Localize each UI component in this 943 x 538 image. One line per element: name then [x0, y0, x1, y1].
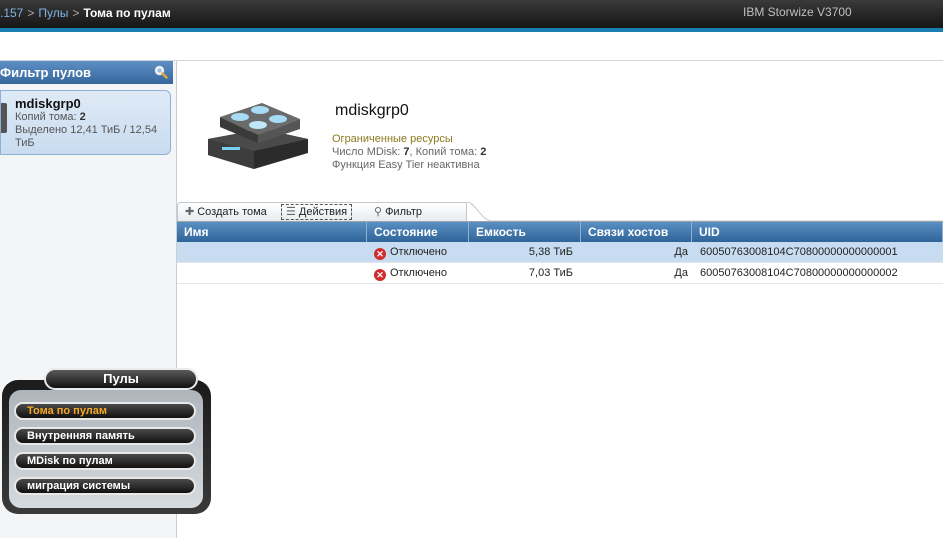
cell-state: ✕ Отключено — [367, 263, 469, 284]
cell-capacity: 5,38 ТиБ — [528, 246, 573, 258]
volumes-table: Имя Состояние Емкость Связи хостов UID ✕… — [177, 222, 943, 284]
cell-state: ✕ Отключено — [367, 242, 469, 263]
pool-copies-label: Копий тома: — [15, 111, 77, 123]
pool-allocated-unit: ТиБ — [15, 137, 35, 149]
column-header-host-mappings[interactable]: Связи хостов — [581, 222, 692, 242]
table-row[interactable]: ✕ Отключено 7,03 ТиБ Да 60050763008104C70… — [177, 263, 943, 284]
error-icon: ✕ — [374, 248, 386, 260]
breadcrumb-system-link[interactable]: .157 — [0, 6, 23, 20]
breadcrumb-current: Тома по пулам — [83, 6, 171, 20]
nav-item-system-migration[interactable]: миграция системы — [14, 477, 196, 495]
cell-host-mappings: Да — [674, 246, 688, 258]
pool-copies-value: 2 — [79, 111, 86, 123]
filter-button[interactable]: ⚲ Фильтр — [371, 204, 425, 220]
breadcrumb-pools-link[interactable]: Пулы — [38, 6, 68, 20]
storage-pool-icon — [208, 103, 308, 169]
navigation-menu-title: Пулы — [44, 368, 198, 390]
cell-host-mappings: Да — [674, 267, 688, 279]
table-row[interactable]: ✕ Отключено 5,38 ТиБ Да 60050763008104C70… — [177, 242, 943, 263]
column-header-name[interactable]: Имя — [177, 222, 367, 242]
cell-name — [177, 242, 367, 263]
nav-item-volumes-by-pool[interactable]: Тома по пулам — [14, 402, 196, 420]
top-bar: .157 > Пулы > Тома по пулам IBM Storwize V37… — [0, 0, 943, 28]
nav-item-mdisks-by-pools[interactable]: MDisk по пулам — [14, 452, 196, 470]
actions-button[interactable]: ☰ Действия — [281, 204, 353, 220]
cell-name — [177, 263, 367, 284]
search-icon: ⚲ — [374, 206, 383, 218]
pool-meta: Ограниченные ресурсы Число MDisk: 7, Коп… — [332, 133, 486, 172]
nav-item-internal-storage[interactable]: Внутренняя память — [14, 427, 196, 445]
error-icon: ✕ — [374, 269, 386, 281]
cell-uid: 60050763008104C70800000000000001 — [700, 246, 898, 258]
pool-copies: Копий тома: 2 — [15, 111, 170, 124]
cell-state-text: Отключено — [390, 267, 447, 279]
create-volumes-label: Создать тома — [197, 206, 267, 218]
pool-title: mdiskgrp0 — [335, 102, 409, 119]
breadcrumb: .157 > Пулы > Тома по пулам — [0, 6, 171, 20]
cell-state-text: Отключено — [390, 246, 447, 258]
breadcrumb-separator: > — [27, 6, 35, 20]
list-icon: ☰ — [286, 206, 296, 218]
pool-filter-header: Фильтр пулов — [0, 61, 173, 84]
plus-icon: ✚ — [185, 206, 195, 218]
cell-uid: 60050763008104C70800000000000002 — [700, 267, 898, 279]
toolbar-tab-edge — [466, 202, 942, 222]
column-header-uid[interactable]: UID — [692, 222, 943, 242]
sub-header-bar — [0, 32, 943, 61]
pool-filter-title: Фильтр пулов — [0, 65, 92, 80]
search-icon[interactable] — [154, 65, 168, 79]
pool-mdisk-count: Число MDisk: 7, Копий тома: 2 — [332, 146, 486, 159]
easy-tier-status: Функция Easy Tier неактивна — [332, 159, 480, 171]
column-header-capacity[interactable]: Емкость — [469, 222, 581, 242]
mdisk-label: Число MDisk: — [332, 146, 401, 158]
cell-capacity: 7,03 ТиБ — [528, 267, 573, 279]
product-name: IBM Storwize V3700 — [743, 5, 852, 19]
volume-toolbar: ✚ Создать тома ☰ Действия ⚲ Фильтр — [177, 202, 943, 222]
copies-value: 2 — [480, 146, 487, 158]
filter-label: Фильтр — [385, 206, 423, 218]
create-volumes-button[interactable]: ✚ Создать тома — [182, 204, 270, 220]
actions-label: Действия — [298, 206, 348, 218]
pool-name: mdiskgrp0 — [15, 96, 81, 111]
column-header-state[interactable]: Состояние — [367, 222, 469, 242]
pool-list-item[interactable]: mdiskgrp0 Копий тома: 2 Выделено 12,41 Т… — [0, 90, 171, 155]
copies-label: , Копий тома: — [409, 146, 478, 158]
pool-icon — [1, 103, 7, 133]
table-header: Имя Состояние Емкость Связи хостов UID — [177, 222, 943, 242]
pool-status: Ограниченные ресурсы — [332, 133, 453, 145]
pool-allocated: Выделено 12,41 ТиБ / 12,54 — [15, 124, 158, 136]
breadcrumb-separator: > — [72, 6, 80, 20]
